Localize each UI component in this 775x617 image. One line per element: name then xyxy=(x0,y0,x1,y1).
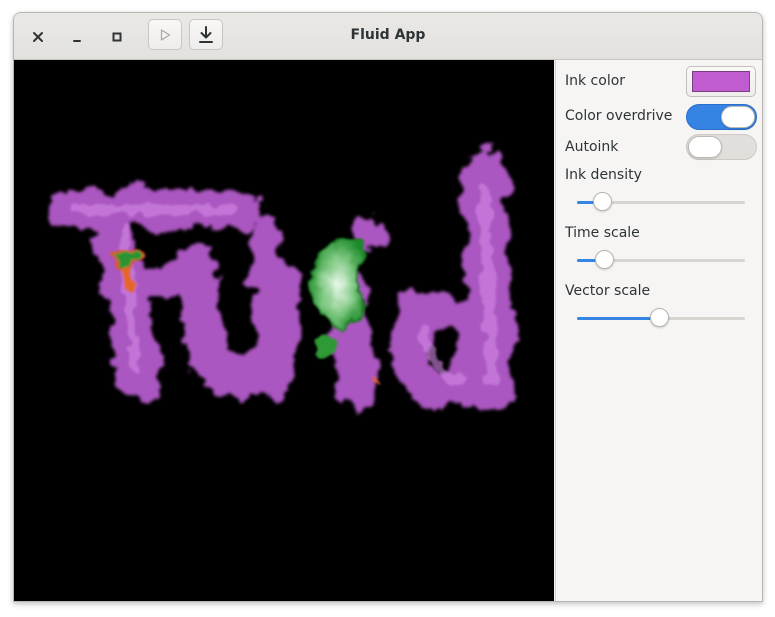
autoink-label: Autoink xyxy=(565,139,619,155)
settings-sidebar: Ink color Color overdrive Autoink Ink de… xyxy=(555,60,762,601)
time-scale-slider[interactable] xyxy=(577,250,745,270)
vector-scale-fill xyxy=(577,317,659,320)
vector-scale-label: Vector scale xyxy=(565,283,651,299)
vector-scale-handle[interactable] xyxy=(650,308,669,327)
close-icon xyxy=(33,32,43,42)
download-button[interactable] xyxy=(189,19,223,50)
ink-density-slider[interactable] xyxy=(577,192,745,212)
play-button[interactable] xyxy=(148,19,182,50)
fluid-canvas[interactable] xyxy=(14,60,554,601)
header-bar: Fluid App xyxy=(14,13,762,60)
ink-color-label: Ink color xyxy=(565,73,626,89)
maximize-button[interactable] xyxy=(106,26,128,48)
ink-density-handle[interactable] xyxy=(593,192,612,211)
download-icon xyxy=(199,25,213,43)
autoink-switch[interactable] xyxy=(686,134,757,160)
app-window: Fluid App Ink color Color overdrive Auto… xyxy=(13,12,763,602)
autoink-knob xyxy=(688,136,722,158)
close-button[interactable] xyxy=(27,26,49,48)
color-overdrive-switch[interactable] xyxy=(686,104,757,130)
time-scale-label: Time scale xyxy=(565,225,640,241)
minimize-button[interactable] xyxy=(66,26,88,48)
ink-color-swatch xyxy=(692,71,750,92)
fluid-ink-drawing xyxy=(45,148,516,412)
vector-scale-slider[interactable] xyxy=(577,308,745,328)
time-scale-handle[interactable] xyxy=(595,250,614,269)
ink-density-label: Ink density xyxy=(565,167,642,183)
color-overdrive-knob xyxy=(721,106,755,128)
minimize-icon xyxy=(73,40,81,42)
ink-color-button[interactable] xyxy=(686,66,756,97)
color-overdrive-label: Color overdrive xyxy=(565,108,673,124)
maximize-icon xyxy=(112,32,122,42)
play-icon xyxy=(160,28,171,41)
